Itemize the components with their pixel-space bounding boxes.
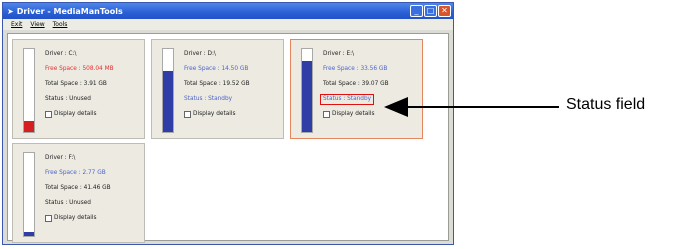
driver-label: Driver : C:\ [45, 51, 77, 57]
display-details-checkbox[interactable]: Display details [184, 107, 250, 122]
driver-label: Driver : E:\ [323, 51, 355, 57]
status-label: Status : Unused [45, 96, 91, 102]
drive-panel-c[interactable]: Driver : C:\ Free Space : 508.04 MB Tota… [12, 39, 145, 139]
display-details-label: Display details [193, 111, 236, 117]
free-space-label: Free Space : 33.56 GB [323, 66, 388, 72]
display-details-label: Display details [54, 111, 97, 117]
maximize-button[interactable]: □ [424, 5, 437, 17]
drive-panel-area: Driver : C:\ Free Space : 508.04 MB Tota… [7, 33, 449, 243]
total-space-label: Total Space : 3.91 GB [45, 81, 107, 87]
free-space-label: Free Space : 2.77 GB [45, 170, 106, 176]
usage-gauge [23, 152, 35, 237]
app-icon: ➤ [7, 6, 14, 16]
checkbox-box[interactable] [45, 215, 52, 222]
drive-panel-e[interactable]: Driver : E:\ Free Space : 33.56 GB Total… [290, 39, 423, 139]
display-details-checkbox[interactable]: Display details [323, 107, 389, 122]
callout-label: Status field [566, 96, 646, 113]
display-details-label: Display details [54, 215, 97, 221]
status-label: Status : Unused [45, 200, 91, 206]
close-button[interactable]: ✕ [438, 5, 451, 17]
menu-bar: Exit View Tools [3, 19, 453, 30]
checkbox-box[interactable] [323, 111, 330, 118]
free-space-label: Free Space : 14.50 GB [184, 66, 249, 72]
display-details-checkbox[interactable]: Display details [45, 107, 114, 122]
usage-gauge [23, 48, 35, 133]
menu-view[interactable]: View [30, 21, 44, 28]
usage-gauge-fill [24, 231, 34, 236]
minimize-button[interactable]: _ [410, 5, 423, 17]
usage-gauge-fill [24, 121, 34, 132]
menu-tools[interactable]: Tools [53, 21, 68, 28]
callout-line [407, 106, 559, 108]
usage-gauge-fill [302, 60, 312, 132]
checkbox-box[interactable] [45, 111, 52, 118]
display-details-label: Display details [332, 111, 375, 117]
display-details-checkbox[interactable]: Display details [45, 211, 111, 226]
title-bar[interactable]: ➤ Driver - MediaManTools _ □ ✕ [3, 3, 453, 19]
usage-gauge-fill [163, 70, 173, 132]
drive-panel-d[interactable]: Driver : D:\ Free Space : 14.50 GB Total… [151, 39, 284, 139]
checkbox-box[interactable] [184, 111, 191, 118]
app-window: ➤ Driver - MediaManTools _ □ ✕ Exit View… [2, 2, 454, 245]
usage-gauge [162, 48, 174, 133]
driver-label: Driver : D:\ [184, 51, 216, 57]
usage-gauge [301, 48, 313, 133]
menu-exit[interactable]: Exit [11, 21, 22, 28]
total-space-label: Total Space : 41.46 GB [45, 185, 111, 191]
free-space-label: Free Space : 508.04 MB [45, 66, 114, 72]
callout-arrow-icon [384, 97, 408, 117]
window-title: Driver - MediaManTools [16, 6, 123, 16]
total-space-label: Total Space : 19.52 GB [184, 81, 250, 87]
driver-label: Driver : F:\ [45, 155, 76, 161]
drive-panel-f[interactable]: Driver : F:\ Free Space : 2.77 GB Total … [12, 143, 145, 243]
status-label: Status : Standby [184, 96, 233, 102]
status-field-highlight: Status : Standby [320, 94, 375, 105]
total-space-label: Total Space : 39.07 GB [323, 81, 389, 87]
